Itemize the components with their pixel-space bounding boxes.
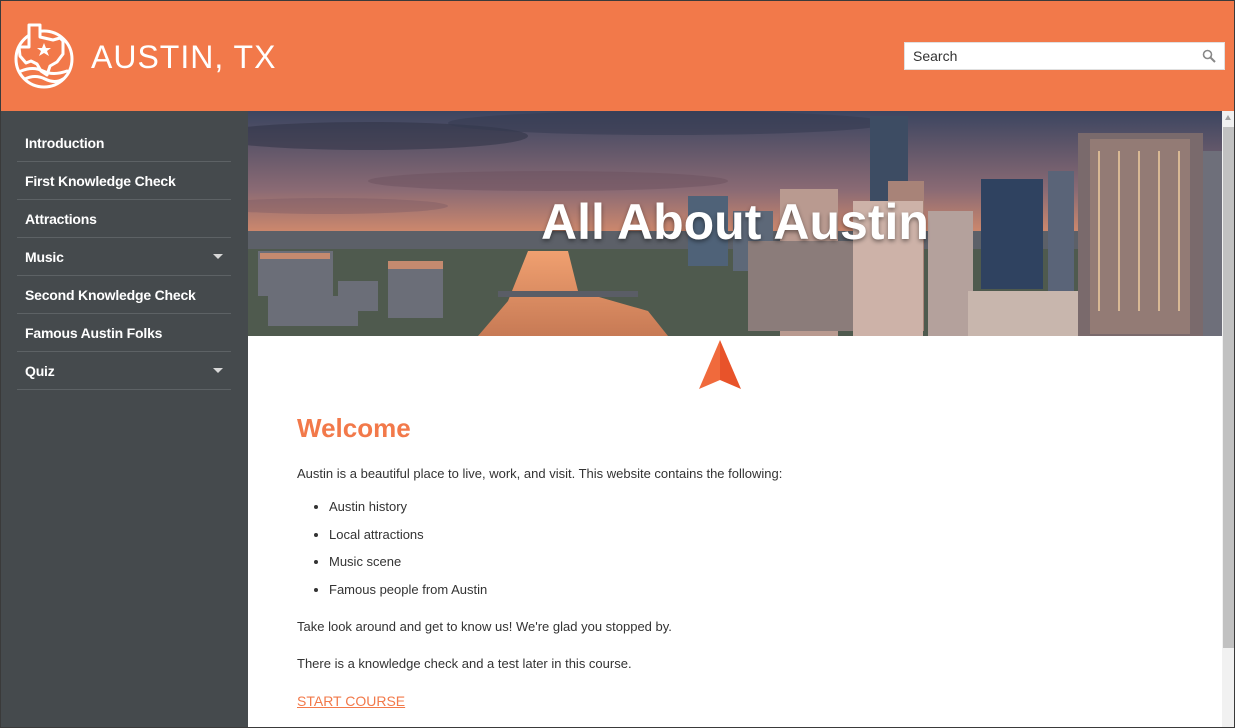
sidebar-item-label: Famous Austin Folks [25,324,163,341]
search-box[interactable] [904,42,1225,70]
sidebar-item-label: Attractions [25,210,97,227]
topic-list: Austin history Local attractions Music s… [297,499,1177,597]
chevron-down-icon[interactable] [213,368,223,373]
sidebar-item-attractions[interactable]: Attractions [17,200,231,238]
site-brand[interactable]: AUSTIN, TX [91,39,276,76]
hero-title: All About Austin [541,194,929,250]
app-window: AUSTIN, TX Introduction First Knowledge … [0,0,1235,728]
sidebar-item-famous-austin-folks[interactable]: Famous Austin Folks [17,314,231,352]
course-note-text: There is a knowledge check and a test la… [297,655,632,671]
site-header: AUSTIN, TX [1,1,1234,111]
list-item: Local attractions [329,527,1177,542]
sidebar-item-music[interactable]: Music [17,238,231,276]
sidebar-item-label: Music [25,248,64,265]
list-item: Famous people from Austin [329,582,1177,597]
main-scrollbar[interactable] [1222,111,1234,727]
sidebar-item-introduction[interactable]: Introduction [17,124,231,162]
sidebar-item-quiz[interactable]: Quiz [17,352,231,390]
texas-star-logo-icon[interactable] [13,19,77,91]
sidebar-nav: Introduction First Knowledge Check Attra… [1,111,248,727]
list-item: Austin history [329,499,1177,514]
start-course-link[interactable]: START COURSE [297,693,405,709]
navigation-arrow-icon[interactable] [699,340,741,389]
welcome-section: Welcome Austin is a beautiful place to l… [297,413,1177,709]
sidebar-item-second-knowledge-check[interactable]: Second Knowledge Check [17,276,231,314]
sidebar-item-label: First Knowledge Check [25,172,176,189]
chevron-down-icon[interactable] [213,254,223,259]
search-input[interactable] [905,43,1185,69]
scrollbar-thumb[interactable] [1223,127,1234,648]
sidebar-item-label: Quiz [25,362,55,379]
scroll-up-icon[interactable] [1225,115,1231,120]
sidebar-item-label: Second Knowledge Check [25,286,196,303]
intro-text: Austin is a beautiful place to live, wor… [297,466,783,481]
sidebar-item-first-knowledge-check[interactable]: First Knowledge Check [17,162,231,200]
sidebar-item-label: Introduction [25,134,105,151]
main-content: All About Austin Welcome Austin is a bea… [248,111,1222,727]
list-item: Music scene [329,554,1177,569]
search-icon[interactable] [1202,49,1216,63]
page-title: Welcome [297,413,411,443]
hero-banner: All About Austin [248,111,1222,336]
welcome-text: Take look around and get to know us! We'… [297,618,672,634]
